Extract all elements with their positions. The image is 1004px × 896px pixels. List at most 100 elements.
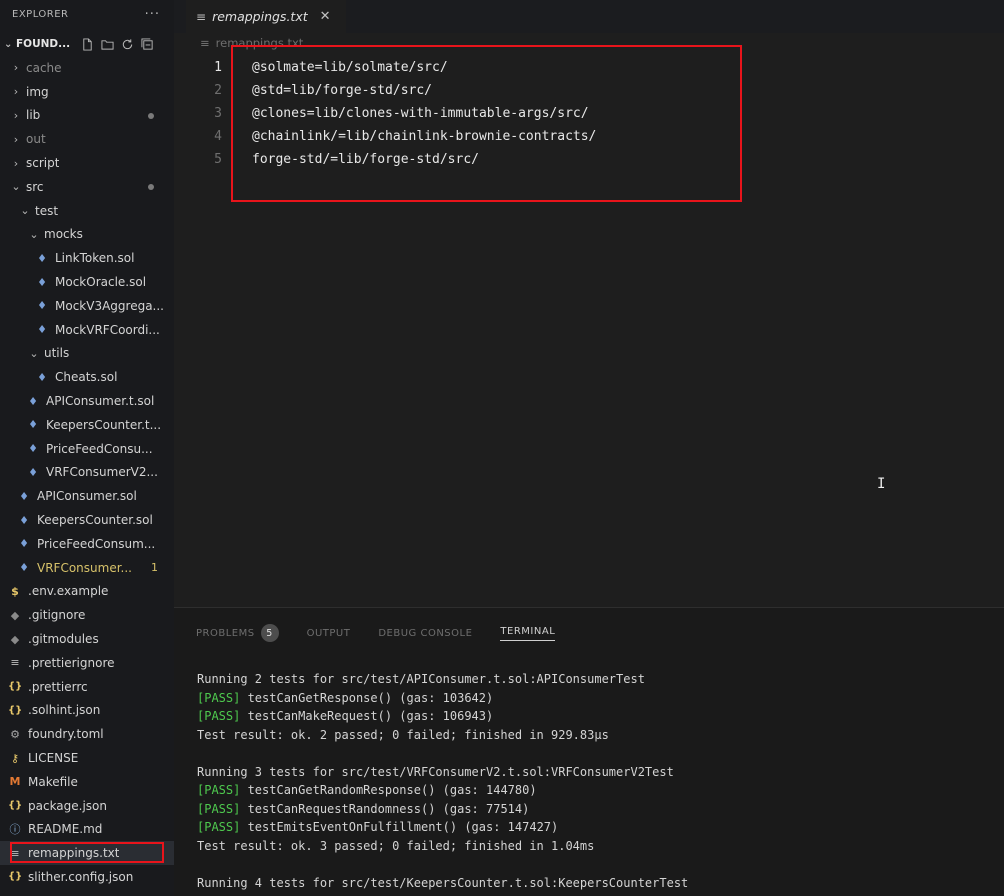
solidity-icon: ♦ — [37, 251, 47, 265]
tree-file[interactable]: ♦ KeepersCounter.sol — [0, 508, 174, 532]
tree-folder[interactable]: › script — [0, 151, 174, 175]
breadcrumb-file[interactable]: remappings.txt — [216, 36, 304, 50]
new-folder-icon[interactable] — [100, 37, 114, 51]
tree-file[interactable]: ≡ remappings.txt — [0, 841, 174, 866]
terminal-text: testCanGetResponse() (gas: 103642) — [240, 690, 494, 705]
panel-tab-terminal[interactable]: TERMINAL — [500, 625, 556, 641]
solidity-icon: ♦ — [37, 275, 47, 289]
code-line[interactable]: 1 @solmate=lib/solmate/src/ — [174, 56, 448, 79]
tree-file[interactable]: {} .solhint.json — [0, 699, 174, 723]
terminal-text: Running 4 tests for src/test/KeepersCoun… — [197, 875, 689, 890]
tree-item-label: LICENSE — [28, 751, 79, 765]
tree-folder[interactable]: › lib — [0, 104, 174, 128]
tree-item-label: MockVRFCoordi... — [55, 322, 160, 337]
terminal-output[interactable]: Running 2 tests for src/test/APIConsumer… — [197, 670, 997, 892]
more-actions-icon[interactable]: ··· — [145, 7, 160, 22]
terminal-text: testEmitsEventOnFulfillment() (gas: 1474… — [240, 820, 559, 834]
tree-item-label: Cheats.sol — [55, 370, 118, 385]
tree-file[interactable]: ⚷ LICENSE — [0, 746, 174, 770]
terminal-line: Running 3 tests for src/test/VRFConsumer… — [197, 763, 997, 782]
tree-file[interactable]: ◆ .gitignore — [0, 603, 174, 627]
tab-remappings[interactable]: ≡ remappings.txt ✕ — [186, 0, 346, 33]
solidity-icon: ♦ — [37, 323, 47, 337]
tree-file[interactable]: ♦ Cheats.sol — [0, 365, 174, 389]
code-line[interactable]: 3 @clones=lib/clones-with-immutable-args/… — [174, 102, 588, 125]
text-file-icon: ≡ — [200, 36, 210, 50]
tree-file[interactable]: M Makefile — [0, 770, 174, 794]
terminal-line: [PASS] testCanMakeRequest() (gas: 106943… — [197, 707, 997, 726]
close-icon[interactable]: ✕ — [320, 9, 331, 24]
tree-item-label: utils — [44, 346, 70, 361]
collapse-all-icon[interactable] — [140, 37, 154, 51]
tree-file[interactable]: ◆ .gitmodules — [0, 627, 174, 651]
code-line[interactable]: 5 forge-std/=lib/forge-std/src/ — [174, 148, 479, 171]
tree-file[interactable]: ♦ MockOracle.sol — [0, 270, 174, 294]
tree-file[interactable]: ⚙ foundry.toml — [0, 722, 174, 746]
terminal-line: Test result: ok. 3 passed; 0 failed; fin… — [197, 837, 997, 856]
tree-item-label: LinkToken.sol — [55, 251, 135, 266]
terminal-line: Test result: ok. 2 passed; 0 failed; fin… — [197, 726, 997, 745]
tree-item-label: img — [26, 84, 49, 99]
tree-folder[interactable]: ⌄ src — [0, 175, 174, 199]
solidity-icon: ♦ — [19, 513, 29, 527]
tree-folder[interactable]: › img — [0, 80, 174, 104]
tree-file[interactable]: ♦ VRFConsumerV2... — [0, 461, 174, 485]
tree-folder[interactable]: › cache — [0, 56, 174, 80]
tree-item-label: README.md — [28, 822, 103, 837]
tree-file[interactable]: ♦ MockV3Aggrega... — [0, 294, 174, 318]
code-line[interactable]: 2 @std=lib/forge-std/src/ — [174, 79, 432, 102]
dollar-icon: $ — [11, 584, 19, 598]
tree-item-label: package.json — [28, 798, 108, 813]
tree-folder[interactable]: › out — [0, 127, 174, 151]
tree-item-label: KeepersCounter.t... — [46, 417, 162, 432]
solidity-icon: ♦ — [28, 394, 38, 408]
tree-file[interactable]: ♦ PriceFeedConsu... — [0, 437, 174, 461]
tree-file[interactable]: ≡ .prettierignore — [0, 651, 174, 675]
explorer-sidebar: EXPLORER ··· ⌄ FOUND... › cache › img › lib › o… — [0, 0, 174, 896]
tree-folder[interactable]: ⌄ test — [0, 199, 174, 223]
tree-file[interactable]: ♦ MockVRFCoordi... — [0, 318, 174, 342]
tree-file[interactable]: ♦ APIConsumer.sol — [0, 484, 174, 508]
file-tree: › cache › img › lib › out › script ⌄ src ⌄ test ⌄ mocks… — [0, 56, 174, 889]
tree-item-label: out — [26, 132, 46, 147]
tree-file[interactable]: ♦ APIConsumer.t.sol — [0, 389, 174, 413]
tree-file[interactable]: ♦ VRFConsumer... 1 — [0, 556, 174, 580]
refresh-icon[interactable] — [120, 37, 134, 51]
tree-item-label: test — [35, 203, 59, 218]
terminal-line: [PASS] testCanGetRandomResponse() (gas: … — [197, 781, 997, 800]
tree-file[interactable]: {} slither.config.json — [0, 865, 174, 889]
chevron-down-icon: ⌄ — [20, 204, 30, 218]
panel-tab-debug-console[interactable]: DEBUG CONSOLE — [378, 628, 472, 639]
terminal-line: Running 2 tests for src/test/APIConsumer… — [197, 670, 997, 689]
panel-tab-problems[interactable]: PROBLEMS 5 — [196, 624, 279, 642]
tree-file[interactable]: {} .prettierrc — [0, 675, 174, 699]
tree-item-label: MockOracle.sol — [55, 275, 147, 290]
code-line[interactable]: 4 @chainlink/=lib/chainlink-brownie-contr… — [174, 125, 596, 148]
terminal-text: testCanGetRandomResponse() (gas: 144780) — [240, 783, 537, 797]
tree-file[interactable]: ♦ PriceFeedConsum... — [0, 532, 174, 556]
solidity-icon: ♦ — [37, 370, 47, 384]
tree-file[interactable]: ⓘ README.md — [0, 818, 174, 842]
terminal-text: Running 2 tests for src/test/APIConsumer… — [197, 672, 645, 686]
code-editor[interactable]: 1 @solmate=lib/solmate/src/2 @std=lib/forg… — [174, 56, 1004, 606]
tree-file[interactable]: ♦ KeepersCounter.t... — [0, 413, 174, 437]
line-number: 3 — [214, 106, 222, 121]
panel-tab-output[interactable]: OUTPUT — [307, 628, 351, 639]
code-text: @std=lib/forge-std/src/ — [252, 83, 433, 98]
tree-folder[interactable]: ⌄ utils — [0, 342, 174, 366]
solidity-icon: ♦ — [19, 537, 29, 551]
tree-file[interactable]: {} package.json — [0, 794, 174, 818]
tree-folder[interactable]: ⌄ mocks — [0, 223, 174, 247]
lines-icon: ≡ — [10, 656, 20, 670]
panel-tab-label: TERMINAL — [500, 625, 556, 637]
new-file-icon[interactable] — [80, 37, 94, 51]
panel-tabs: PROBLEMS 5 OUTPUT DEBUG CONSOLE TERMINAL — [196, 624, 556, 642]
tree-item-label: .gitmodules — [28, 632, 99, 647]
tree-file[interactable]: $ .env.example — [0, 580, 174, 604]
tree-file[interactable]: ♦ LinkToken.sol — [0, 246, 174, 270]
info-icon: ⓘ — [9, 823, 21, 837]
solidity-icon: ♦ — [19, 561, 29, 575]
git-icon: ◆ — [10, 632, 20, 646]
tree-item-label: PriceFeedConsum... — [37, 536, 156, 551]
